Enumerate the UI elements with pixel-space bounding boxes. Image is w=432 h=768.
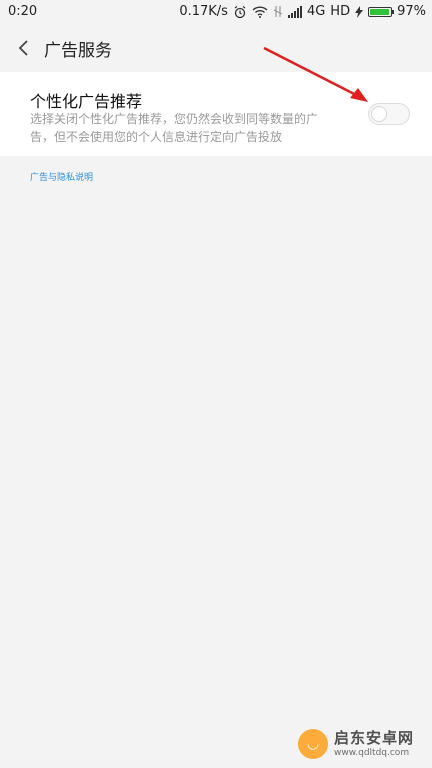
chevron-left-icon [18,40,28,56]
network-type: 4G [306,4,326,19]
hd-label: HD [330,4,351,19]
title-bar: 广告服务 [0,24,432,72]
battery-icon [368,6,395,17]
privacy-statement-link[interactable]: 广告与隐私说明 [30,170,93,183]
network-speed: 0.17K/s [179,4,228,19]
setting-title: 个性化广告推荐 [30,92,143,111]
wifi-icon [252,5,268,18]
personalized-ads-setting[interactable]: 个性化广告推荐 选择关闭个性化广告推荐，您仍然会收到同等数量的广告，但不会使用您… [0,72,432,156]
status-icons: 0.17K/s 4G HD 97% [179,4,426,19]
watermark-logo-icon: ◡ [298,729,328,759]
battery-level [370,8,390,15]
setting-description: 选择关闭个性化广告推荐，您仍然会收到同等数量的广告，但不会使用您的个人信息进行定… [30,112,319,144]
charging-icon [355,5,364,18]
signal-icon [287,5,302,18]
watermark-url: www.qdltdq.com [334,747,410,758]
status-time: 0:20 [8,4,38,19]
watermark: ◡ 启东安卓网 www.qdltdq.com [298,724,428,764]
no-sim-icon [273,5,283,18]
toggle-knob [371,106,387,122]
back-button[interactable] [12,36,36,60]
status-bar: 0:20 0.17K/s 4G HD 97% [0,0,432,24]
watermark-text: 启东安卓网 www.qdltdq.com [334,728,415,758]
alarm-icon [233,5,247,19]
page-title: 广告服务 [44,41,112,61]
battery-percent: 97% [397,4,426,19]
personalized-ads-toggle[interactable] [368,103,410,125]
watermark-name: 启东安卓网 [334,728,415,747]
